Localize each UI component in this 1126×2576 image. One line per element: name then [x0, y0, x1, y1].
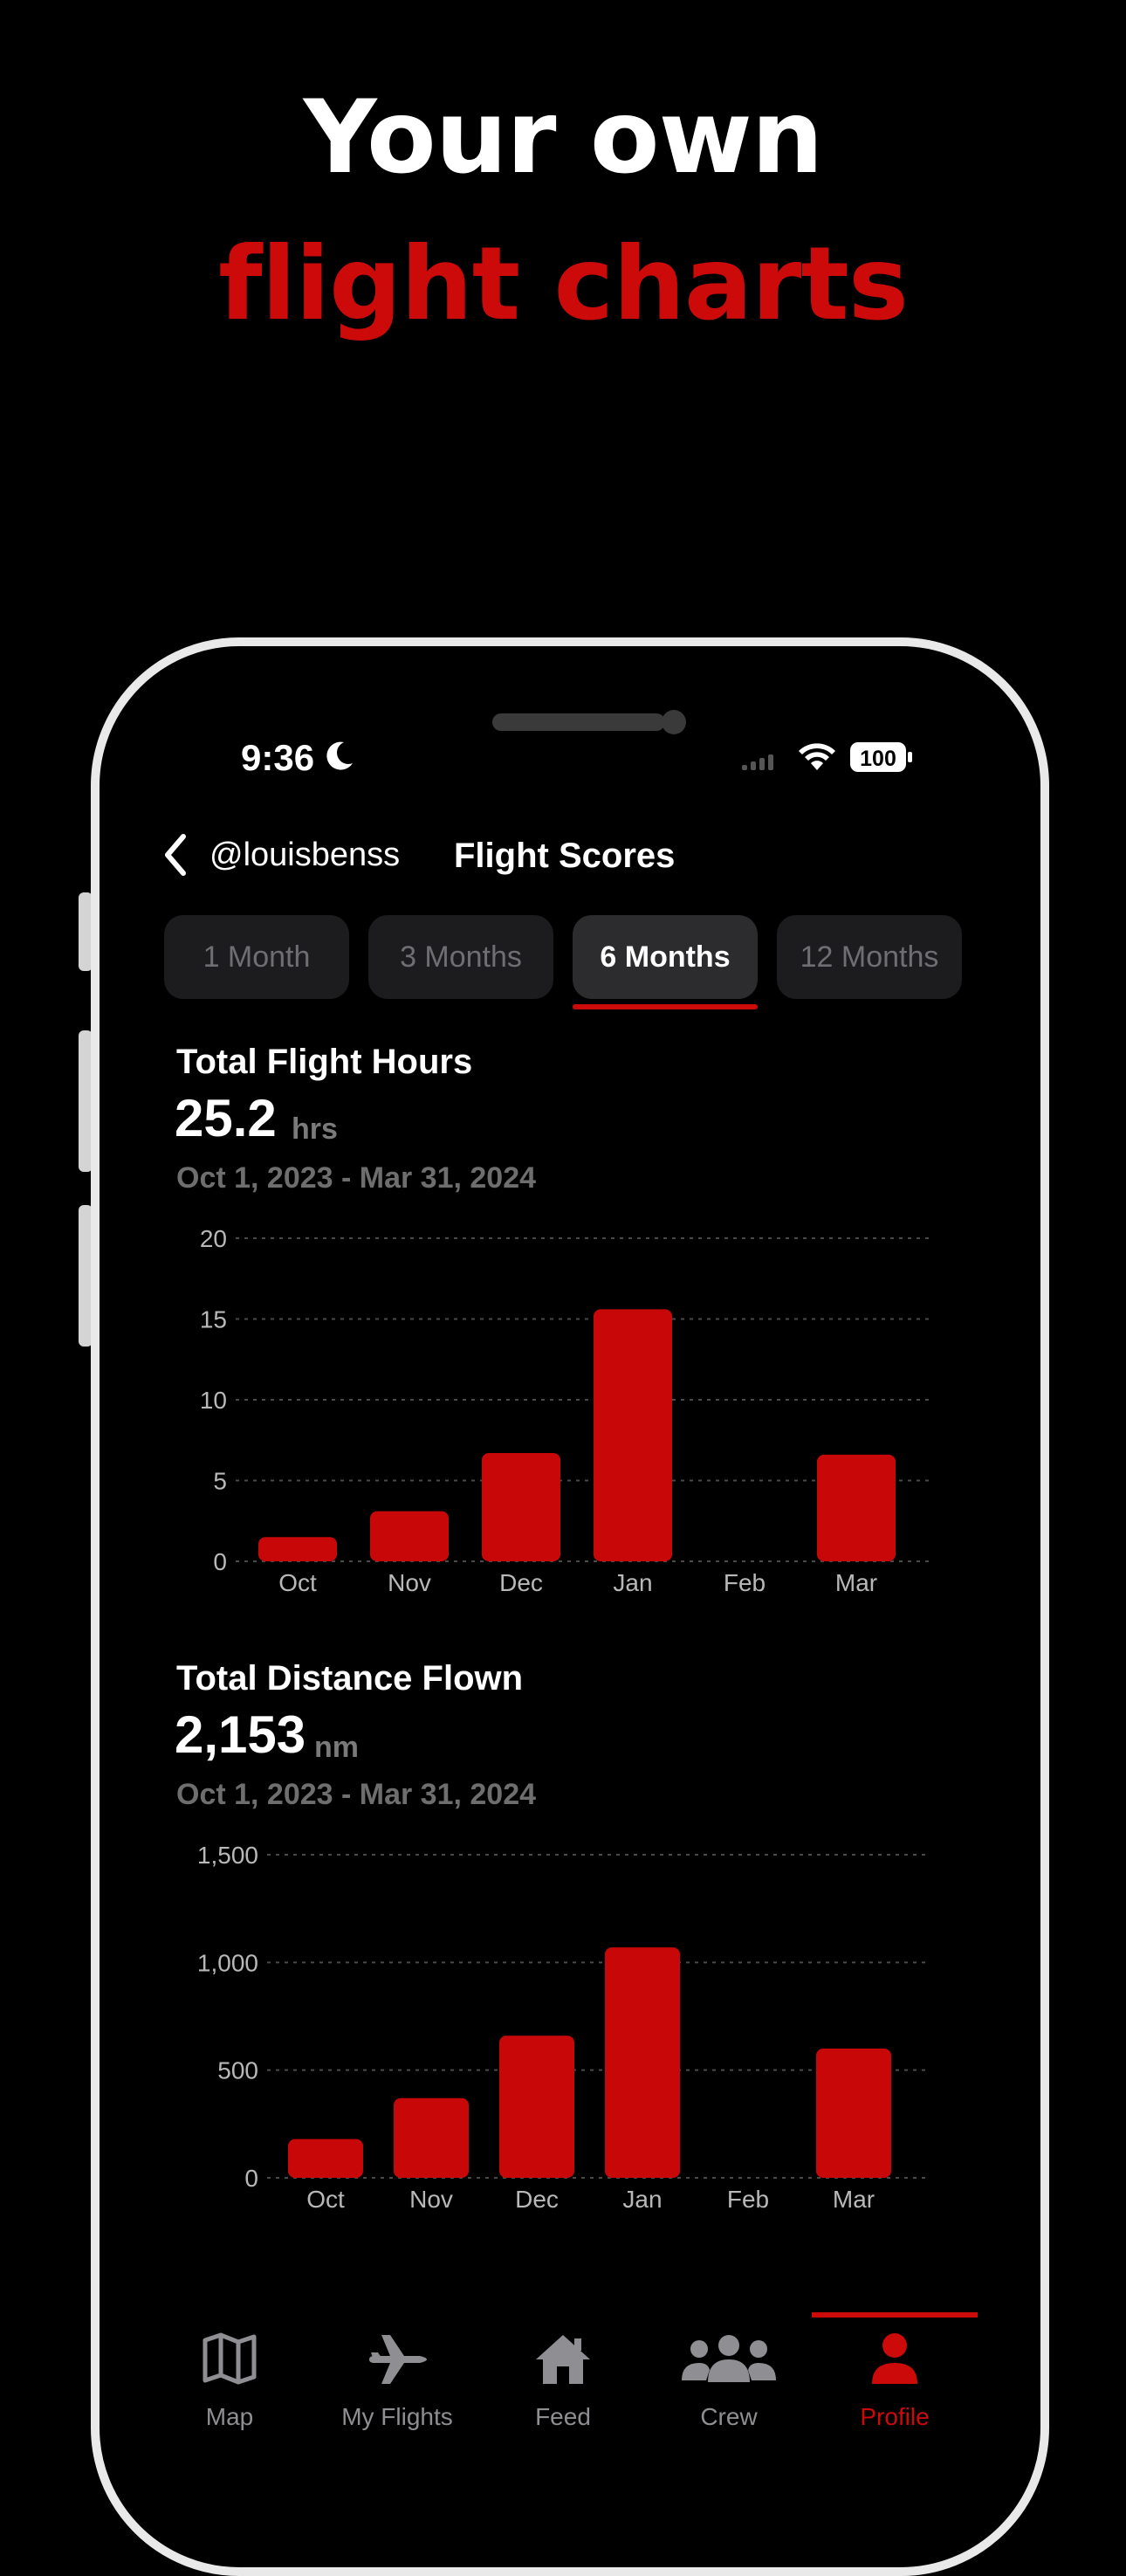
- tab-map-label: Map: [205, 2403, 254, 2430]
- home-icon: [536, 2335, 590, 2384]
- x-tick-label: Dec: [499, 1569, 543, 1596]
- tab-feed[interactable]: Feed: [484, 2305, 642, 2442]
- chevron-left-icon[interactable]: [162, 833, 189, 877]
- y-tick-label: 0: [244, 2165, 258, 2192]
- distance-unit: nm: [314, 1731, 359, 1764]
- x-tick-label: Jan: [622, 2186, 662, 2213]
- phone-camera: [662, 710, 686, 734]
- page-title: Flight Scores: [454, 837, 676, 875]
- tab-my-flights-label: My Flights: [341, 2403, 453, 2430]
- status-time: 9:36: [241, 737, 315, 778]
- y-tick-label: 10: [200, 1387, 227, 1414]
- y-tick-label: 0: [213, 1548, 227, 1575]
- tab-my-flights[interactable]: My Flights: [319, 2305, 476, 2442]
- airplane-icon: [369, 2335, 427, 2384]
- y-tick-label: 500: [217, 2057, 258, 2084]
- moon-icon: [326, 741, 353, 770]
- tab-1-month[interactable]: 1 Month: [164, 915, 349, 999]
- distance-flown-chart: 0 500 1,000 1,500 Oct Nov Dec Jan Feb Mar: [197, 1842, 930, 2213]
- x-tick-label: Oct: [278, 1569, 317, 1596]
- bar-mar[interactable]: [816, 2049, 891, 2178]
- y-tick-label: 15: [200, 1306, 227, 1333]
- x-tick-label: Feb: [727, 2186, 769, 2213]
- battery-level: 100: [860, 747, 896, 771]
- x-tick-label: Mar: [835, 1569, 877, 1596]
- bar-oct[interactable]: [258, 1537, 337, 1561]
- people-icon: [682, 2335, 776, 2382]
- wifi-icon: [799, 743, 835, 770]
- back-to-profile-link[interactable]: @louisbenss: [209, 837, 400, 874]
- bar-mar[interactable]: [817, 1454, 896, 1561]
- x-tick-label: Oct: [306, 2186, 345, 2213]
- selected-tab-indicator: [573, 1004, 758, 1009]
- tab-feed-label: Feed: [535, 2403, 591, 2430]
- tab-bar: Map My Flights Feed Crew Profile: [0, 2305, 1126, 2442]
- x-tick-label: Nov: [409, 2186, 453, 2213]
- period-selector: 1 Month 3 Months 6 Months 12 Months: [164, 915, 962, 1001]
- hours-total-value: 25.2: [175, 1089, 277, 1147]
- x-tick-label: Feb: [724, 1569, 766, 1596]
- tab-crew-label: Crew: [700, 2403, 758, 2430]
- bar-jan[interactable]: [594, 1309, 672, 1561]
- tab-3-months[interactable]: 3 Months: [368, 915, 553, 999]
- tab-profile-label: Profile: [860, 2403, 930, 2430]
- x-tick-label: Mar: [833, 2186, 875, 2213]
- tab-map[interactable]: Map: [151, 2305, 308, 2442]
- flight-hours-chart: 0 5 10 15 20 Oct Nov Dec Jan Feb Mar: [200, 1225, 930, 1596]
- bar-nov[interactable]: [394, 2097, 469, 2178]
- battery-icon: 100: [850, 742, 912, 772]
- tab-profile[interactable]: Profile: [816, 2305, 973, 2442]
- y-tick-label: 1,500: [197, 1842, 258, 1869]
- bar-dec[interactable]: [499, 2035, 574, 2178]
- y-tick-label: 20: [200, 1225, 227, 1252]
- bar-nov[interactable]: [370, 1511, 449, 1561]
- tab-crew[interactable]: Crew: [650, 2305, 807, 2442]
- person-icon: [872, 2333, 917, 2384]
- bar-oct[interactable]: [288, 2139, 363, 2178]
- map-icon: [203, 2332, 257, 2385]
- y-tick-label: 5: [213, 1468, 227, 1495]
- bar-jan[interactable]: [605, 1947, 680, 2178]
- hours-section-title: Total Flight Hours: [176, 1043, 473, 1081]
- promo-headline: Your own: [303, 79, 824, 196]
- x-tick-label: Dec: [515, 2186, 559, 2213]
- y-tick-label: 1,000: [197, 1949, 258, 1976]
- x-tick-label: Nov: [388, 1569, 431, 1596]
- distance-date-range: Oct 1, 2023 - Mar 31, 2024: [176, 1778, 537, 1811]
- phone-speaker: [492, 713, 665, 731]
- hours-unit: hrs: [292, 1112, 338, 1146]
- bar-dec[interactable]: [482, 1453, 560, 1561]
- promo-subheadline: flight charts: [218, 225, 909, 343]
- distance-total-value: 2,153: [175, 1705, 306, 1764]
- hours-date-range: Oct 1, 2023 - Mar 31, 2024: [176, 1161, 537, 1195]
- x-tick-label: Jan: [613, 1569, 652, 1596]
- distance-section-title: Total Distance Flown: [176, 1659, 524, 1698]
- tab-6-months[interactable]: 6 Months: [573, 915, 758, 999]
- tab-12-months[interactable]: 12 Months: [777, 915, 962, 999]
- cellular-signal-icon: [742, 754, 773, 770]
- status-icons: 100: [742, 742, 912, 772]
